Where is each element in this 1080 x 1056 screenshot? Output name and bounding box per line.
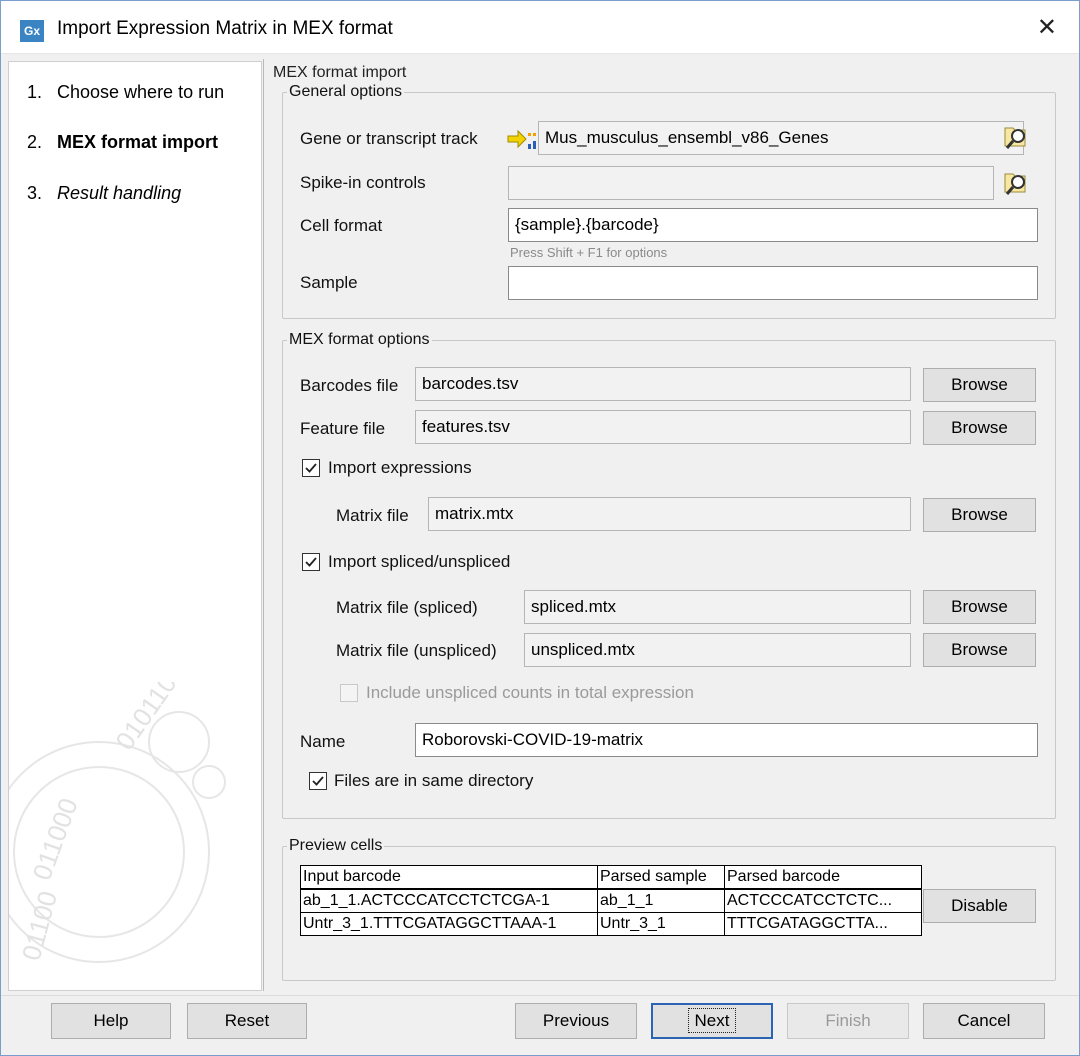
title-bar: Gx Import Expression Matrix in MEX forma… <box>1 1 1079 54</box>
general-options-legend: General options <box>289 83 402 100</box>
decorative-watermark: 0101100 011000 01100 <box>9 682 226 964</box>
same-directory-label: Files are in same directory <box>334 771 534 790</box>
feature-file-field[interactable]: features.tsv <box>415 410 911 444</box>
table-cell: Untr_3_1 <box>597 912 725 936</box>
svg-text:011000: 011000 <box>26 794 83 884</box>
import-expressions-label: Import expressions <box>328 458 472 477</box>
reset-button[interactable]: Reset <box>187 1003 307 1039</box>
checkmark-icon <box>312 776 324 786</box>
step-number: 2. <box>27 132 43 152</box>
browse-barcodes-button[interactable]: Browse <box>923 368 1036 402</box>
sample-input[interactable] <box>508 266 1038 300</box>
browse-search-icon[interactable] <box>1002 123 1030 151</box>
barcodes-file-label: Barcodes file <box>300 376 399 395</box>
matrix-file-label: Matrix file <box>336 506 409 525</box>
table-cell: Untr_3_1.TTTCGATAGGCTTAAA-1 <box>300 912 598 936</box>
step-label: MEX format import <box>57 132 219 152</box>
step-choose-where-to-run: 1. Choose where to run <box>27 82 224 103</box>
include-unspliced-checkbox[interactable] <box>340 684 358 702</box>
step-mex-format-import: 2. MEX format import <box>27 132 218 153</box>
table-cell: ab_1_1.ACTCCCATCCTCTCGA-1 <box>300 888 598 913</box>
dialog-title: Import Expression Matrix in MEX format <box>57 18 393 39</box>
footer-divider <box>1 995 1079 996</box>
finish-button[interactable]: Finish <box>787 1003 909 1039</box>
close-icon[interactable]: ✕ <box>1037 13 1057 42</box>
name-label: Name <box>300 732 346 751</box>
table-row: Untr_3_1.TTTCGATAGGCTTAAA-1 Untr_3_1 TTT… <box>300 912 922 936</box>
step-label: Choose where to run <box>57 82 225 102</box>
table-cell: ACTCCCATCCTCTC... <box>724 888 922 913</box>
preview-cells-legend: Preview cells <box>289 837 383 854</box>
include-unspliced-label: Include unspliced counts in total expres… <box>366 683 694 702</box>
step-label: Result handling <box>57 183 182 203</box>
browse-search-icon[interactable] <box>1002 169 1030 197</box>
column-header: Parsed barcode <box>724 865 922 890</box>
app-icon: Gx <box>20 20 44 42</box>
import-spliced-checkbox[interactable] <box>302 553 320 571</box>
section-title: MEX format import <box>273 64 407 81</box>
table-cell: ab_1_1 <box>597 888 725 913</box>
barcodes-file-field[interactable]: barcodes.tsv <box>415 367 911 401</box>
next-button[interactable]: Next <box>651 1003 773 1039</box>
checkmark-icon <box>305 463 317 473</box>
track-type-icon <box>507 129 536 149</box>
matrix-unspliced-label: Matrix file (unspliced) <box>336 641 497 660</box>
help-button[interactable]: Help <box>51 1003 171 1039</box>
import-spliced-label: Import spliced/unspliced <box>328 552 511 571</box>
mex-options-legend: MEX format options <box>289 331 430 348</box>
browse-feature-button[interactable]: Browse <box>923 411 1036 445</box>
cell-format-label: Cell format <box>300 216 383 235</box>
step-number: 3. <box>27 183 43 203</box>
gene-track-field[interactable]: Mus_musculus_ensembl_v86_Genes <box>538 121 1024 155</box>
table-cell: TTTCGATAGGCTTA... <box>724 912 922 936</box>
browse-unspliced-button[interactable]: Browse <box>923 633 1036 667</box>
import-expressions-checkbox[interactable] <box>302 459 320 477</box>
spike-in-label: Spike-in controls <box>300 173 426 192</box>
content-panel: MEX format import General options Gene o… <box>263 59 1072 991</box>
matrix-file-field[interactable]: matrix.mtx <box>428 497 911 531</box>
previous-button[interactable]: Previous <box>515 1003 637 1039</box>
name-input[interactable]: Roborovski-COVID-19-matrix <box>415 723 1038 757</box>
checkmark-icon <box>305 557 317 567</box>
matrix-spliced-field[interactable]: spliced.mtx <box>524 590 911 624</box>
feature-file-label: Feature file <box>300 419 386 438</box>
next-button-label: Next <box>687 1008 737 1033</box>
disable-preview-button[interactable]: Disable <box>923 889 1036 923</box>
browse-matrix-button[interactable]: Browse <box>923 498 1036 532</box>
gene-track-label: Gene or transcript track <box>300 129 478 148</box>
svg-text:0101100: 0101100 <box>109 682 191 755</box>
same-directory-checkbox[interactable] <box>309 772 327 790</box>
cell-format-hint: Press Shift + F1 for options <box>510 245 668 260</box>
matrix-unspliced-field[interactable]: unspliced.mtx <box>524 633 911 667</box>
spike-in-field[interactable] <box>508 166 994 200</box>
matrix-spliced-label: Matrix file (spliced) <box>336 598 478 617</box>
dialog-window: Gx Import Expression Matrix in MEX forma… <box>0 0 1080 1056</box>
cancel-button[interactable]: Cancel <box>923 1003 1045 1039</box>
sample-label: Sample <box>300 273 358 292</box>
step-number: 1. <box>27 82 43 102</box>
table-row: ab_1_1.ACTCCCATCCTCTCGA-1 ab_1_1 ACTCCCA… <box>300 888 922 913</box>
column-header: Parsed sample <box>597 865 725 890</box>
preview-table: Input barcode Parsed sample Parsed barco… <box>300 865 922 936</box>
table-header-row: Input barcode Parsed sample Parsed barco… <box>300 865 922 890</box>
step-result-handling: 3. Result handling <box>27 183 181 204</box>
browse-spliced-button[interactable]: Browse <box>923 590 1036 624</box>
cell-format-input[interactable]: {sample}.{barcode} <box>508 208 1038 242</box>
wizard-steps-panel: 1. Choose where to run 2. MEX format impor… <box>8 61 262 991</box>
column-header: Input barcode <box>300 865 598 890</box>
